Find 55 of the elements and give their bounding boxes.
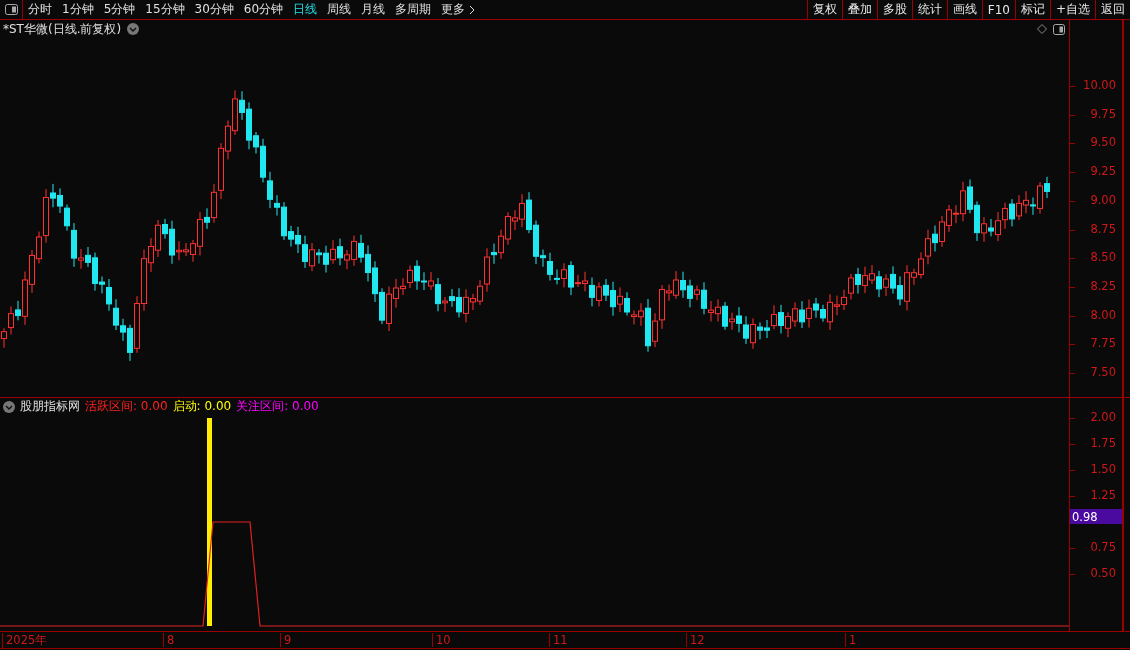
price-axis-label: 9.50 [1090, 135, 1116, 150]
indicator-axis-label: 2.00 [1090, 410, 1116, 424]
date-axis-label: 2025年 [2, 633, 48, 648]
indicator-name: 股朋指标网 [20, 398, 80, 415]
price-axis-label: 9.25 [1090, 164, 1116, 179]
panel-toggle-icon[interactable] [1053, 23, 1065, 35]
toolbar-button[interactable]: +自选 [1049, 0, 1095, 19]
date-axis-label: 8 [163, 633, 175, 647]
period-tab[interactable]: 1分钟 [57, 0, 99, 19]
price-axis-label: 8.50 [1090, 250, 1116, 265]
date-axis-label: 9 [280, 633, 292, 647]
chevron-right-icon [469, 4, 476, 15]
indicator-axis-label: 0.75 [1090, 540, 1116, 554]
toolbar-button[interactable]: 画线 [946, 0, 982, 19]
toolbar-button[interactable]: 返回 [1095, 0, 1130, 19]
period-tab[interactable]: 60分钟 [238, 0, 289, 19]
dropdown-icon[interactable] [127, 23, 140, 35]
period-tab[interactable]: 周线 [322, 0, 357, 19]
period-tab[interactable]: 日线 [288, 0, 323, 19]
date-axis-label: 11 [549, 633, 568, 647]
date-axis-label: 12 [686, 633, 705, 647]
date-axis-label: 1 [845, 633, 857, 647]
price-axis-label: 8.75 [1090, 221, 1116, 236]
period-tab[interactable]: 更多 [436, 0, 481, 19]
indicator-axis-label: 0.50 [1090, 566, 1116, 580]
price-axis-label: 7.75 [1090, 336, 1116, 351]
indicator-value: 活跃区间: 0.00 [85, 398, 168, 415]
indicator-value: 关注区间: 0.00 [236, 398, 319, 415]
toolbar-button[interactable]: 标记 [1014, 0, 1050, 19]
date-axis-label: 10 [432, 633, 451, 647]
price-axis-label: 7.50 [1090, 365, 1116, 379]
indicator-axis-label: 1.25 [1090, 488, 1116, 502]
panel-toggle-icon[interactable] [4, 4, 18, 15]
current-value-label: 0.98 [1070, 509, 1122, 524]
price-axis-label: 8.00 [1090, 307, 1116, 322]
toolbar-button[interactable]: 叠加 [841, 0, 877, 19]
indicator-value: 启动: 0.00 [172, 398, 232, 415]
period-tab[interactable]: 多周期 [390, 0, 437, 19]
price-axis-label: 10.00 [1083, 78, 1116, 92]
toolbar-button[interactable]: 复权 [806, 0, 842, 19]
period-tab[interactable]: 15分钟 [140, 0, 190, 19]
period-tab[interactable]: 30分钟 [189, 0, 239, 19]
period-tab[interactable]: 5分钟 [98, 0, 141, 19]
indicator-axis-label: 1.50 [1090, 462, 1116, 476]
period-tab[interactable]: 月线 [356, 0, 391, 19]
period-tab[interactable]: 分时 [23, 0, 57, 19]
dropdown-icon[interactable] [3, 400, 15, 413]
chart-title: *ST华微(日线.前复权) [3, 20, 122, 38]
toolbar-button[interactable]: 多股 [876, 0, 912, 19]
indicator-axis-label: 1.75 [1090, 436, 1116, 450]
price-axis-label: 9.00 [1090, 192, 1116, 207]
toolbar-button[interactable]: F10 [981, 0, 1015, 19]
price-axis-label: 9.75 [1090, 106, 1116, 121]
toolbar-button[interactable]: 统计 [911, 0, 947, 19]
price-axis-label: 8.25 [1090, 278, 1116, 293]
